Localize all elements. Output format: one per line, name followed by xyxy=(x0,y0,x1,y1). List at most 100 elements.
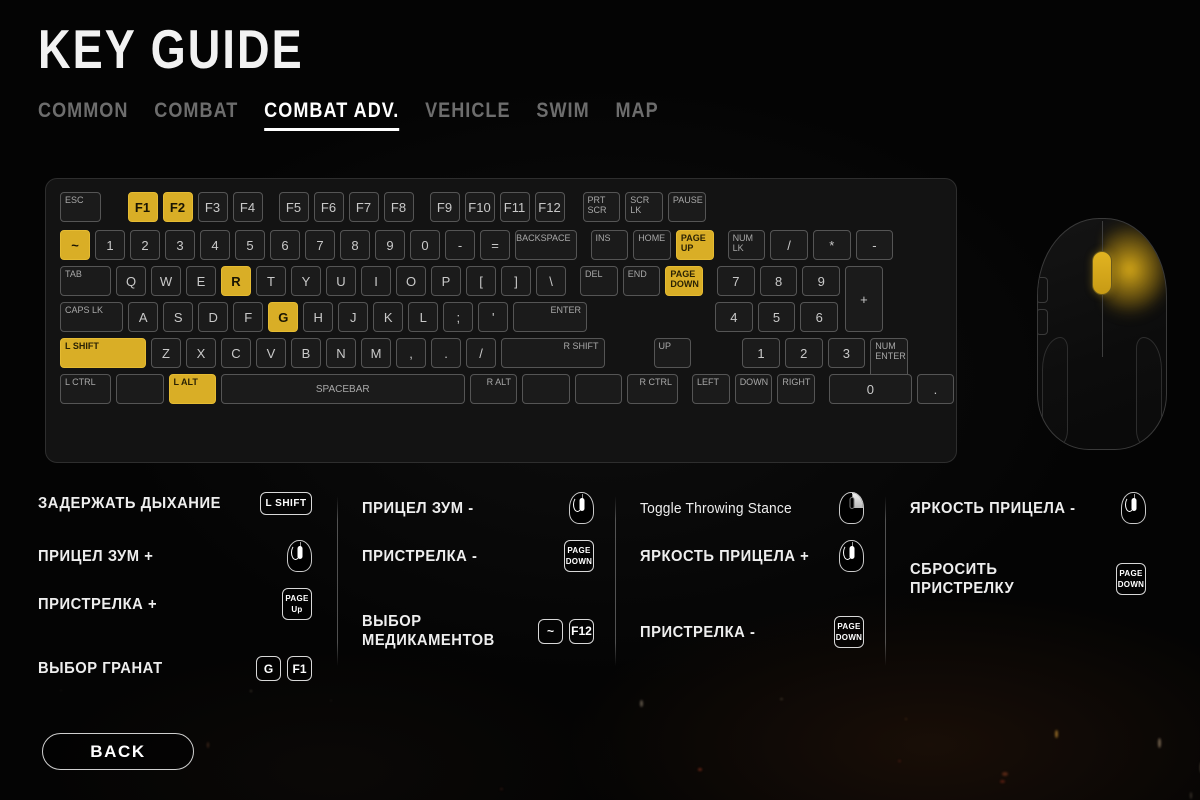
key-8[interactable]: 8 xyxy=(340,230,370,260)
key-blank[interactable]: [ xyxy=(466,266,496,296)
key-blank[interactable]: ~ xyxy=(60,230,90,260)
key-l-shift[interactable]: L SHIFT xyxy=(60,338,146,368)
key-9[interactable]: 9 xyxy=(375,230,405,260)
key-o[interactable]: O xyxy=(396,266,426,296)
key-blank[interactable]: - xyxy=(445,230,475,260)
key-blank[interactable]: . xyxy=(916,374,955,404)
mouse-scroll-wheel-icon[interactable] xyxy=(287,540,312,572)
key-blank[interactable]: , xyxy=(396,338,426,368)
tab-common[interactable]: COMMON xyxy=(38,99,128,128)
key-badge-page-up[interactable]: PAGE Up xyxy=(282,588,312,620)
key-2[interactable]: 2 xyxy=(130,230,160,260)
key-blank[interactable]: / xyxy=(770,230,808,260)
key-blank[interactable]: + xyxy=(845,266,883,332)
mouse-scroll-wheel-highlight[interactable] xyxy=(1092,251,1112,295)
tab-swim[interactable]: SWIM xyxy=(536,99,589,128)
key-prt-scr[interactable]: PRT SCR xyxy=(582,192,621,222)
key-3[interactable]: 3 xyxy=(827,338,866,368)
key-home[interactable]: HOME xyxy=(633,230,671,260)
key-5[interactable]: 5 xyxy=(235,230,265,260)
key-caps-lk[interactable]: CAPS LK xyxy=(60,302,124,332)
key-blank[interactable]: . xyxy=(431,338,461,368)
key-blank[interactable]: \ xyxy=(536,266,566,296)
key-e[interactable]: E xyxy=(186,266,216,296)
key-left[interactable]: LEFT xyxy=(692,374,730,404)
key-esc[interactable]: ESC xyxy=(60,192,101,222)
tab-combat-adv[interactable]: COMBAT ADV. xyxy=(264,99,400,131)
key-4[interactable]: 4 xyxy=(200,230,230,260)
key-l[interactable]: L xyxy=(408,302,439,332)
key-f[interactable]: F xyxy=(233,302,264,332)
key-j[interactable]: J xyxy=(338,302,369,332)
key-x[interactable]: X xyxy=(186,338,216,368)
key-ins[interactable]: INS xyxy=(590,230,629,260)
key-t[interactable]: T xyxy=(256,266,286,296)
mouse-diagram[interactable] xyxy=(1037,218,1167,450)
key-down[interactable]: DOWN xyxy=(734,374,773,404)
tab-map[interactable]: MAP xyxy=(615,99,658,128)
key-r-ctrl[interactable]: R CTRL xyxy=(627,374,678,404)
key-right[interactable]: RIGHT xyxy=(777,374,816,404)
key-6[interactable]: 6 xyxy=(800,302,839,332)
key-m[interactable]: M xyxy=(361,338,391,368)
key-r[interactable]: R xyxy=(221,266,251,296)
key-8[interactable]: 8 xyxy=(759,266,798,296)
key-del[interactable]: DEL xyxy=(580,266,618,296)
key-w[interactable]: W xyxy=(151,266,181,296)
key-badge-[interactable]: ~ xyxy=(538,618,563,644)
key-blank[interactable] xyxy=(522,374,570,404)
key-f1[interactable]: F1 xyxy=(127,192,158,222)
key-a[interactable]: A xyxy=(128,302,159,332)
key-blank[interactable]: ' xyxy=(478,302,509,332)
key-9[interactable]: 9 xyxy=(802,266,841,296)
key-d[interactable]: D xyxy=(198,302,229,332)
mouse-scroll-wheel-icon[interactable] xyxy=(569,492,594,524)
key-pause[interactable]: PAUSE xyxy=(667,192,706,222)
mouse-scroll-wheel-icon[interactable] xyxy=(839,540,864,572)
key-backspace[interactable]: BACKSPACE xyxy=(515,230,577,260)
key-blank[interactable]: - xyxy=(855,230,894,260)
key-blank[interactable] xyxy=(574,374,622,404)
key-f6[interactable]: F6 xyxy=(313,192,344,222)
key-page-down[interactable]: PAGE DOWN xyxy=(665,266,704,296)
key-tab[interactable]: TAB xyxy=(60,266,111,296)
key-f2[interactable]: F2 xyxy=(162,192,193,222)
key-0[interactable]: 0 xyxy=(410,230,440,260)
mouse-scroll-wheel-icon[interactable] xyxy=(1121,492,1146,524)
key-g[interactable]: G xyxy=(268,302,299,332)
key-blank[interactable] xyxy=(116,374,164,404)
key-z[interactable]: Z xyxy=(151,338,181,368)
mouse-side-button-2[interactable] xyxy=(1038,309,1048,335)
tab-combat[interactable]: COMBAT xyxy=(154,99,238,128)
key-blank[interactable]: = xyxy=(480,230,510,260)
key-f10[interactable]: F10 xyxy=(464,192,495,222)
key-f11[interactable]: F11 xyxy=(499,192,530,222)
key-f3[interactable]: F3 xyxy=(197,192,228,222)
key-u[interactable]: U xyxy=(326,266,356,296)
key-f7[interactable]: F7 xyxy=(348,192,379,222)
key-r-alt[interactable]: R ALT xyxy=(469,374,517,404)
key-5[interactable]: 5 xyxy=(757,302,796,332)
key-spacebar[interactable]: SPACEBAR xyxy=(221,374,465,404)
key-7[interactable]: 7 xyxy=(305,230,335,260)
mouse-right-button-icon[interactable] xyxy=(839,492,864,524)
key-badge-f1[interactable]: F1 xyxy=(287,656,312,681)
key-y[interactable]: Y xyxy=(291,266,321,296)
key-blank[interactable]: ; xyxy=(443,302,474,332)
tab-vehicle[interactable]: VEHICLE xyxy=(425,99,511,128)
key-badge-page-down[interactable]: PAGE DOWN xyxy=(1116,563,1146,595)
key-2[interactable]: 2 xyxy=(784,338,823,368)
key-l-alt[interactable]: L ALT xyxy=(168,374,216,404)
key-6[interactable]: 6 xyxy=(270,230,300,260)
key-i[interactable]: I xyxy=(361,266,391,296)
key-blank[interactable]: * xyxy=(812,230,851,260)
key-badge-l-shift[interactable]: L SHIFT xyxy=(260,492,312,515)
key-badge-g[interactable]: G xyxy=(256,656,281,681)
key-v[interactable]: V xyxy=(256,338,286,368)
key-f5[interactable]: F5 xyxy=(278,192,309,222)
key-r-shift[interactable]: R SHIFT xyxy=(501,338,605,368)
key-num-lk[interactable]: NUM LK xyxy=(727,230,766,260)
mouse-side-button-1[interactable] xyxy=(1038,277,1048,303)
key-b[interactable]: B xyxy=(291,338,321,368)
key-blank[interactable]: ] xyxy=(501,266,531,296)
